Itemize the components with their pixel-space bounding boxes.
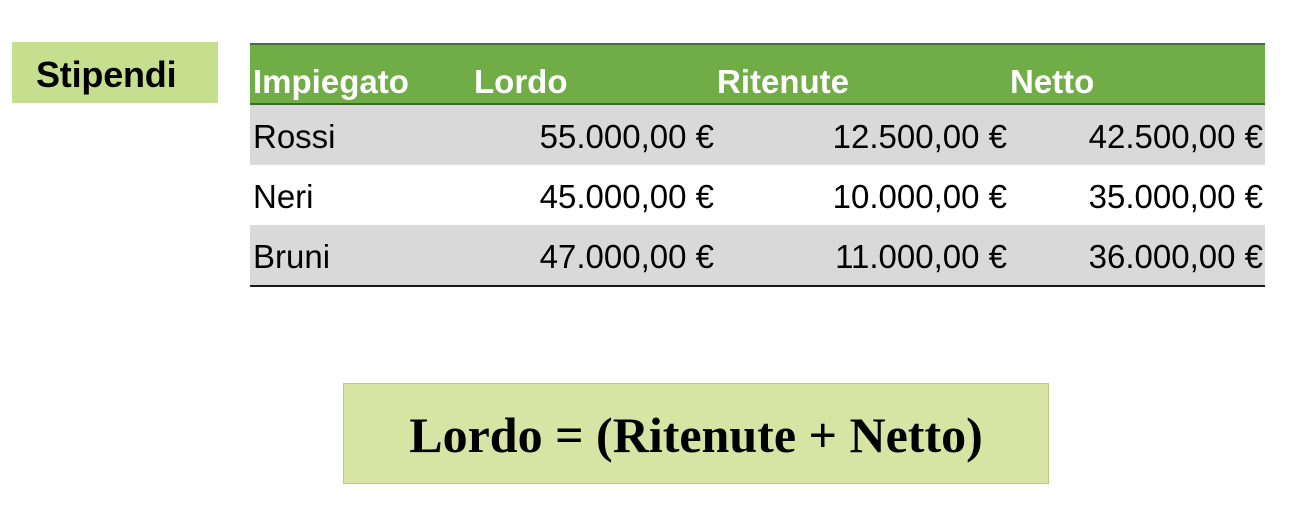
table-bottom-border (250, 285, 1265, 287)
cell-impiegato: Bruni (253, 238, 331, 275)
column-header-impiegato: Impiegato (253, 63, 409, 100)
formula-text: Lordo = (Ritenute + Netto) (409, 407, 983, 463)
cell-netto: 36.000,00 € (1088, 238, 1263, 275)
cell-impiegato: Neri (253, 178, 314, 215)
column-header-netto: Netto (1010, 63, 1095, 100)
formula-box: Lordo = (Ritenute + Netto) (343, 383, 1049, 484)
table-row: Bruni 47.000,00 € 11.000,00 € 36.000,00 … (250, 225, 1265, 285)
cell-lordo: 47.000,00 € (539, 238, 714, 275)
cell-lordo: 45.000,00 € (539, 178, 714, 215)
title-label-box: Stipendi (12, 42, 218, 103)
column-header-ritenute: Ritenute (717, 63, 849, 100)
cell-ritenute: 12.500,00 € (832, 118, 1007, 155)
table-row: Neri 45.000,00 € 10.000,00 € 35.000,00 € (250, 165, 1265, 225)
cell-netto: 42.500,00 € (1088, 118, 1263, 155)
page-title: Stipendi (36, 54, 177, 95)
salary-table: Impiegato Lordo Ritenute Netto Rossi 55.… (250, 43, 1265, 287)
cell-netto: 35.000,00 € (1088, 178, 1263, 215)
table-row: Rossi 55.000,00 € 12.500,00 € 42.500,00 … (250, 105, 1265, 165)
cell-ritenute: 10.000,00 € (832, 178, 1007, 215)
cell-ritenute: 11.000,00 € (835, 238, 1007, 275)
cell-lordo: 55.000,00 € (539, 118, 714, 155)
column-header-lordo: Lordo (474, 63, 568, 100)
cell-impiegato: Rossi (253, 118, 336, 155)
table-header-row: Impiegato Lordo Ritenute Netto (250, 45, 1265, 105)
